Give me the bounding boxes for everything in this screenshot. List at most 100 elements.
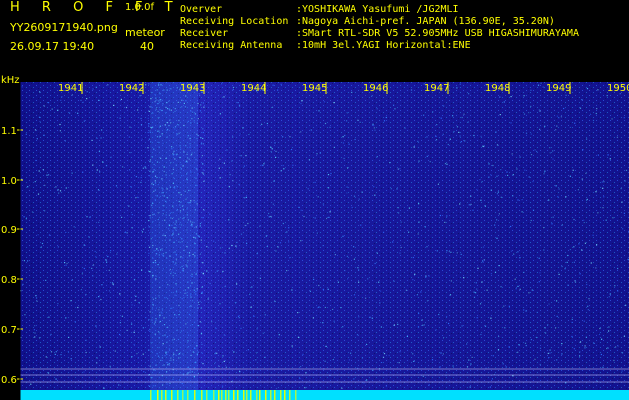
noise-speck: [35, 297, 38, 299]
noise-speck: [99, 171, 101, 173]
noise-speck: [245, 155, 247, 157]
noise-speck: [304, 387, 306, 389]
noise-speck: [564, 268, 566, 270]
noise-speck: [435, 139, 438, 141]
noise-speck: [219, 158, 221, 160]
noise-speck: [508, 346, 510, 348]
noise-speck: [461, 116, 463, 119]
noise-speck: [353, 258, 355, 260]
noise-speck: [537, 84, 540, 86]
noise-speck: [603, 181, 605, 183]
noise-speck: [262, 332, 264, 334]
noise-speck: [341, 387, 343, 389]
noise-speck: [248, 133, 250, 135]
noise-speck: [141, 231, 144, 233]
noise-speck: [437, 183, 439, 185]
noise-speck: [202, 172, 204, 174]
image-filename: YY2609171940.png: [10, 21, 118, 34]
noise-speck: [500, 196, 502, 198]
noise-speck: [565, 196, 567, 198]
noise-speck: [490, 174, 492, 176]
noise-speck: [100, 137, 102, 139]
noise-speck: [289, 257, 291, 259]
noise-speck: [435, 135, 437, 137]
noise-speck: [148, 175, 150, 177]
noise-speck: [137, 357, 139, 359]
noise-speck: [357, 267, 359, 269]
noise-speck: [398, 212, 400, 214]
noise-speck: [270, 146, 272, 148]
noise-speck: [418, 312, 420, 315]
noise-speck: [453, 130, 455, 133]
noise-speck: [528, 176, 530, 178]
noise-speck: [542, 86, 544, 88]
noise-speck: [107, 84, 109, 86]
noise-speck: [356, 334, 359, 336]
noise-speck: [354, 138, 356, 141]
noise-speck: [605, 219, 607, 221]
noise-speck: [579, 351, 581, 353]
meteor-label: meteor: [125, 26, 165, 39]
noise-speck: [481, 281, 483, 283]
noise-speck: [399, 351, 401, 353]
noise-speck: [525, 310, 527, 312]
noise-speck: [47, 102, 50, 104]
noise-speck: [574, 281, 577, 283]
noise-speck: [344, 270, 346, 272]
noise-speck: [460, 141, 462, 143]
noise-speck: [592, 234, 594, 236]
noise-speck: [561, 343, 563, 345]
noise-speck: [414, 273, 416, 275]
noise-speck: [65, 231, 67, 234]
x-tick-label: 1942: [119, 83, 144, 94]
noise-speck: [548, 199, 550, 201]
noise-speck: [458, 131, 460, 133]
noise-speck: [133, 343, 135, 346]
x-tick-label: 1943: [180, 83, 205, 94]
noise-speck: [595, 191, 597, 193]
noise-speck: [291, 345, 293, 347]
noise-speck: [318, 306, 320, 308]
noise-speck: [423, 114, 425, 116]
noise-speck: [98, 296, 100, 298]
noise-speck: [216, 270, 218, 272]
noise-speck: [521, 211, 523, 213]
noise-speck: [282, 136, 284, 138]
noise-speck: [519, 257, 521, 259]
noise-speck: [499, 96, 501, 98]
noise-speck: [199, 110, 202, 112]
noise-speck: [556, 359, 558, 361]
noise-speck: [39, 91, 41, 93]
noise-speck: [80, 289, 82, 291]
noise-speck: [397, 207, 399, 209]
noise-speck: [333, 320, 335, 322]
noise-speck: [148, 252, 150, 254]
noise-speck: [278, 334, 280, 336]
noise-speck: [207, 298, 209, 300]
noise-speck: [371, 317, 373, 319]
noise-speck: [213, 362, 216, 365]
noise-speck: [228, 306, 230, 309]
noise-speck: [556, 315, 558, 317]
noise-speck: [539, 128, 541, 130]
noise-speck: [226, 149, 228, 151]
band-burst: [237, 390, 239, 400]
meteor-count: 40: [140, 40, 154, 53]
noise-speck: [280, 83, 282, 85]
noise-speck: [99, 346, 101, 348]
noise-speck: [148, 125, 150, 128]
noise-speck: [538, 257, 540, 259]
noise-speck: [446, 163, 448, 165]
noise-speck: [89, 216, 91, 218]
noise-speck: [120, 98, 122, 100]
noise-speck: [222, 355, 224, 357]
noise-speck: [540, 82, 542, 84]
noise-speck: [469, 386, 471, 388]
noise-speck: [530, 105, 532, 107]
noise-speck: [101, 284, 103, 286]
noise-speck: [214, 353, 216, 355]
noise-speck: [240, 327, 242, 329]
noise-speck: [397, 323, 399, 325]
noise-speck: [228, 185, 230, 188]
noise-speck: [213, 240, 215, 242]
